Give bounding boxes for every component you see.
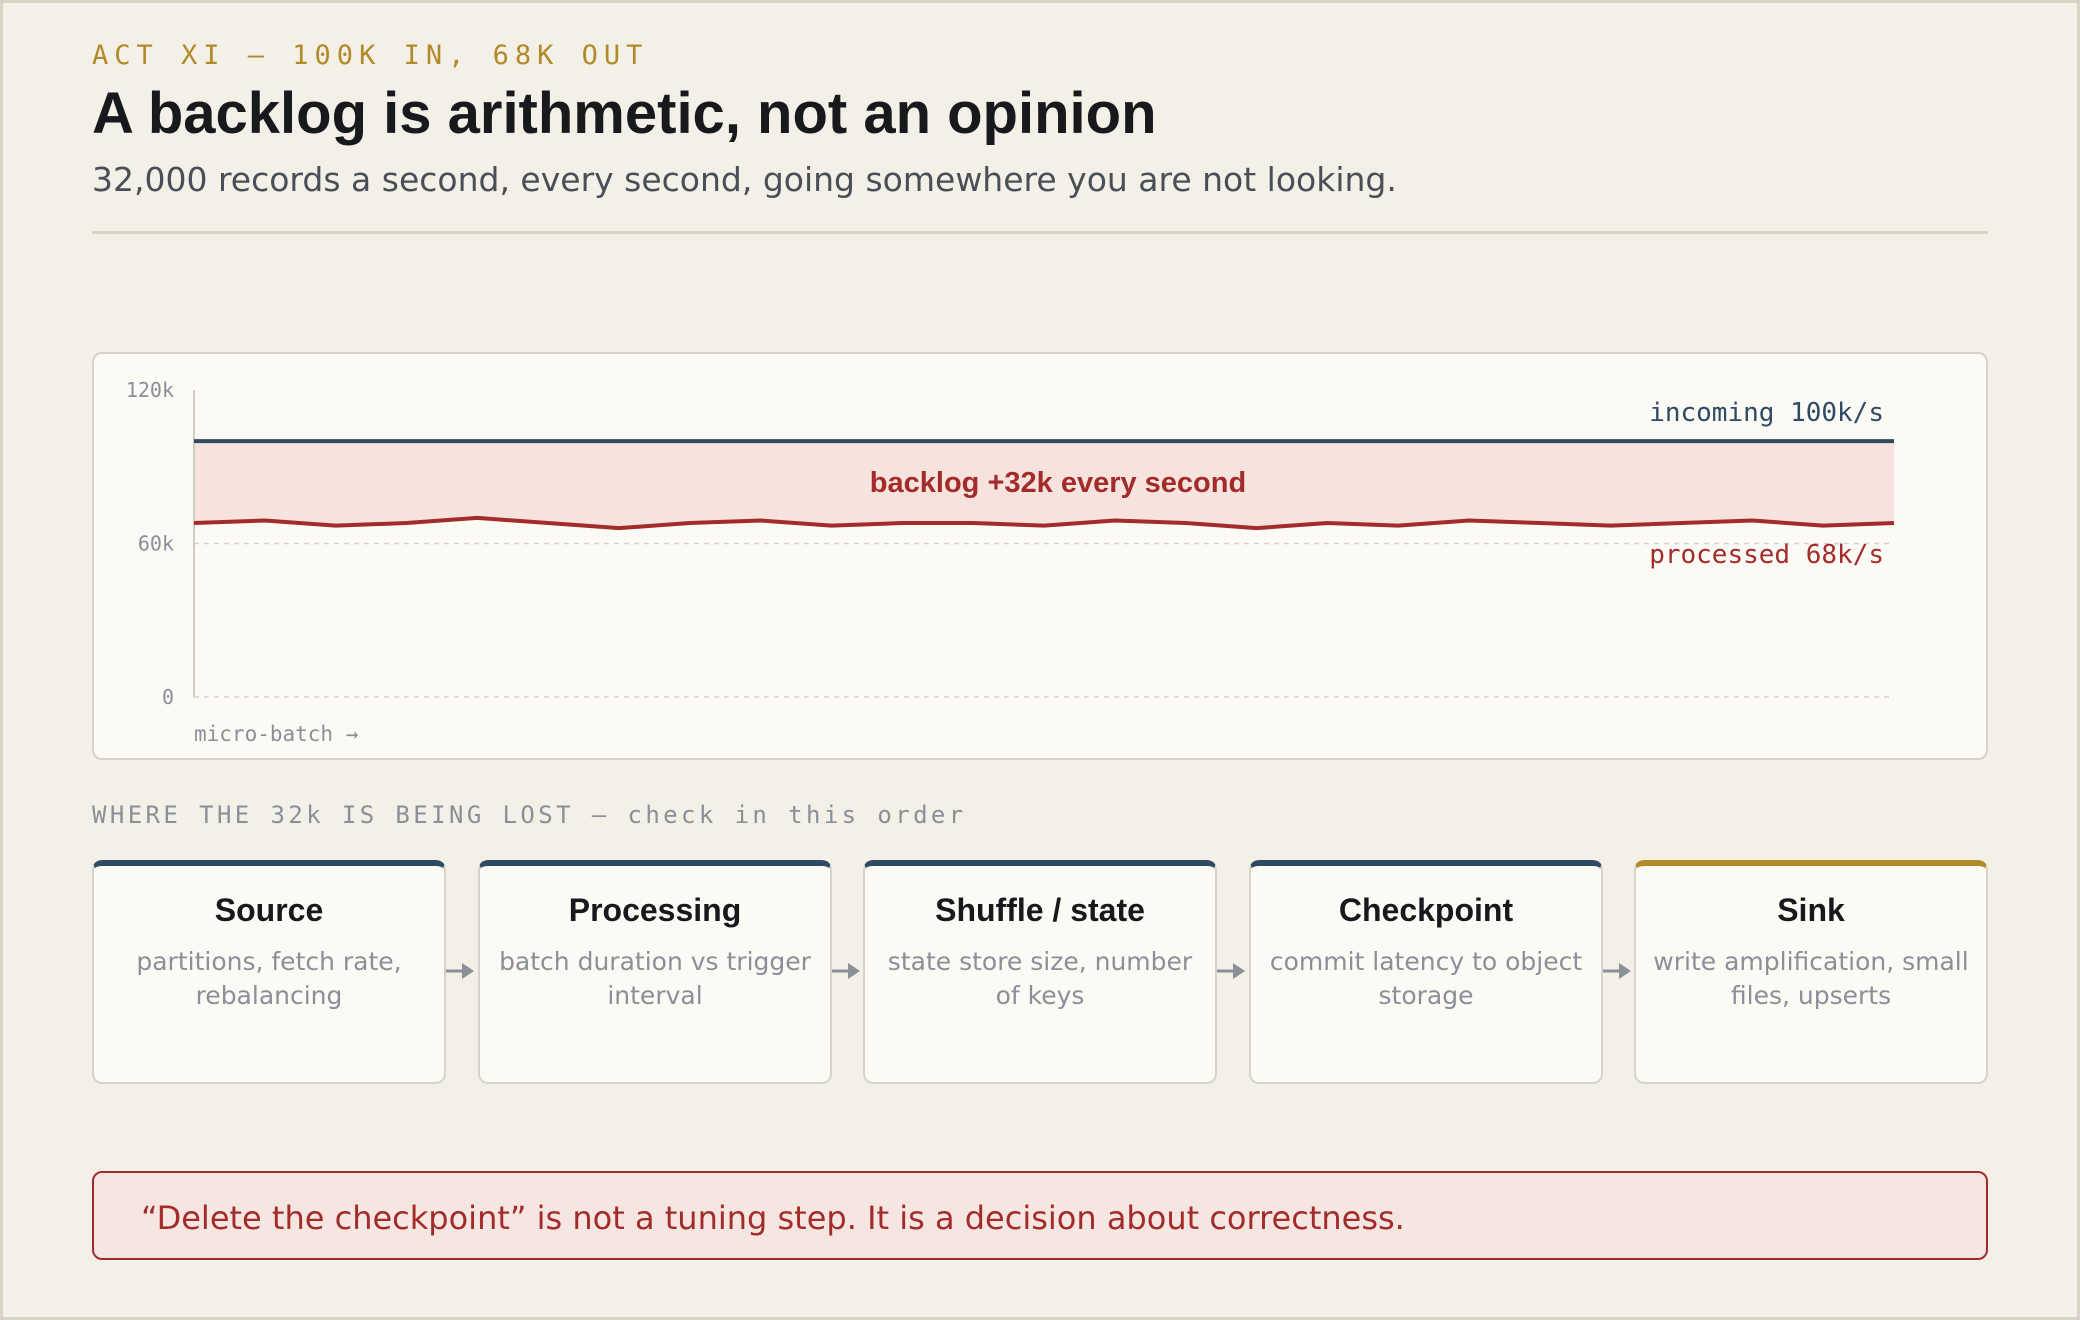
- stage-title: Source: [214, 892, 324, 928]
- y-tick-label: 0: [162, 685, 174, 709]
- page-subtitle: 32,000 records a second, every second, g…: [92, 160, 1397, 199]
- stage-description: partitions, fetch rate, rebalancing: [136, 947, 402, 1010]
- correctness-callout: “Delete the checkpoint” is not a tuning …: [92, 1171, 1988, 1260]
- stage-source: Source partitions, fetch rate, rebalanci…: [92, 860, 446, 1084]
- throughput-chart: 120k 60k 0 incoming 100k/s processed 68k/s ba…: [126, 378, 1895, 746]
- incoming-series-label: incoming 100k/s: [1649, 398, 1884, 428]
- stage-title: Shuffle / state: [935, 892, 1145, 928]
- callout-text: “Delete the checkpoint” is not a tuning …: [141, 1199, 1405, 1237]
- stage-description: commit latency to object storage: [1269, 947, 1583, 1010]
- backlog-band-label: backlog +32k every second: [870, 467, 1246, 499]
- stage-checkpoint: Checkpoint commit latency to object stor…: [1249, 860, 1603, 1084]
- y-tick-label: 120k: [126, 378, 174, 402]
- arrow-right-icon: [1603, 963, 1631, 979]
- y-tick-label: 60k: [138, 532, 174, 556]
- stage-title: Processing: [568, 892, 742, 928]
- stage-processing: Processing batch duration vs trigger int…: [478, 860, 832, 1084]
- processed-series-label: processed 68k/s: [1649, 540, 1884, 570]
- stage-title: Sink: [1777, 892, 1845, 928]
- page-title: A backlog is arithmetic, not an opinion: [92, 81, 1157, 146]
- stages-heading: WHERE THE 32k IS BEING LOST — check in t…: [92, 801, 967, 829]
- arrow-right-icon: [446, 963, 474, 979]
- stage-sink: Sink write amplification, small files, u…: [1634, 860, 1988, 1084]
- x-axis-label: micro-batch →: [194, 722, 358, 746]
- arrow-right-icon: [832, 963, 860, 979]
- stage-description: state store size, number of keys: [887, 947, 1193, 1010]
- arrow-right-icon: [1217, 963, 1245, 979]
- stage-description: write amplification, small files, upsert…: [1653, 947, 1969, 1010]
- stage-shuffle-state: Shuffle / state state store size, number…: [863, 860, 1217, 1084]
- act-kicker: ACT XI — 100K IN, 68K OUT: [92, 40, 649, 71]
- throughput-chart-card: 120k 60k 0 incoming 100k/s processed 68k/s ba…: [92, 352, 1988, 760]
- stage-title: Checkpoint: [1338, 892, 1514, 928]
- stage-description: batch duration vs trigger interval: [499, 947, 811, 1010]
- header-divider: [92, 231, 1988, 234]
